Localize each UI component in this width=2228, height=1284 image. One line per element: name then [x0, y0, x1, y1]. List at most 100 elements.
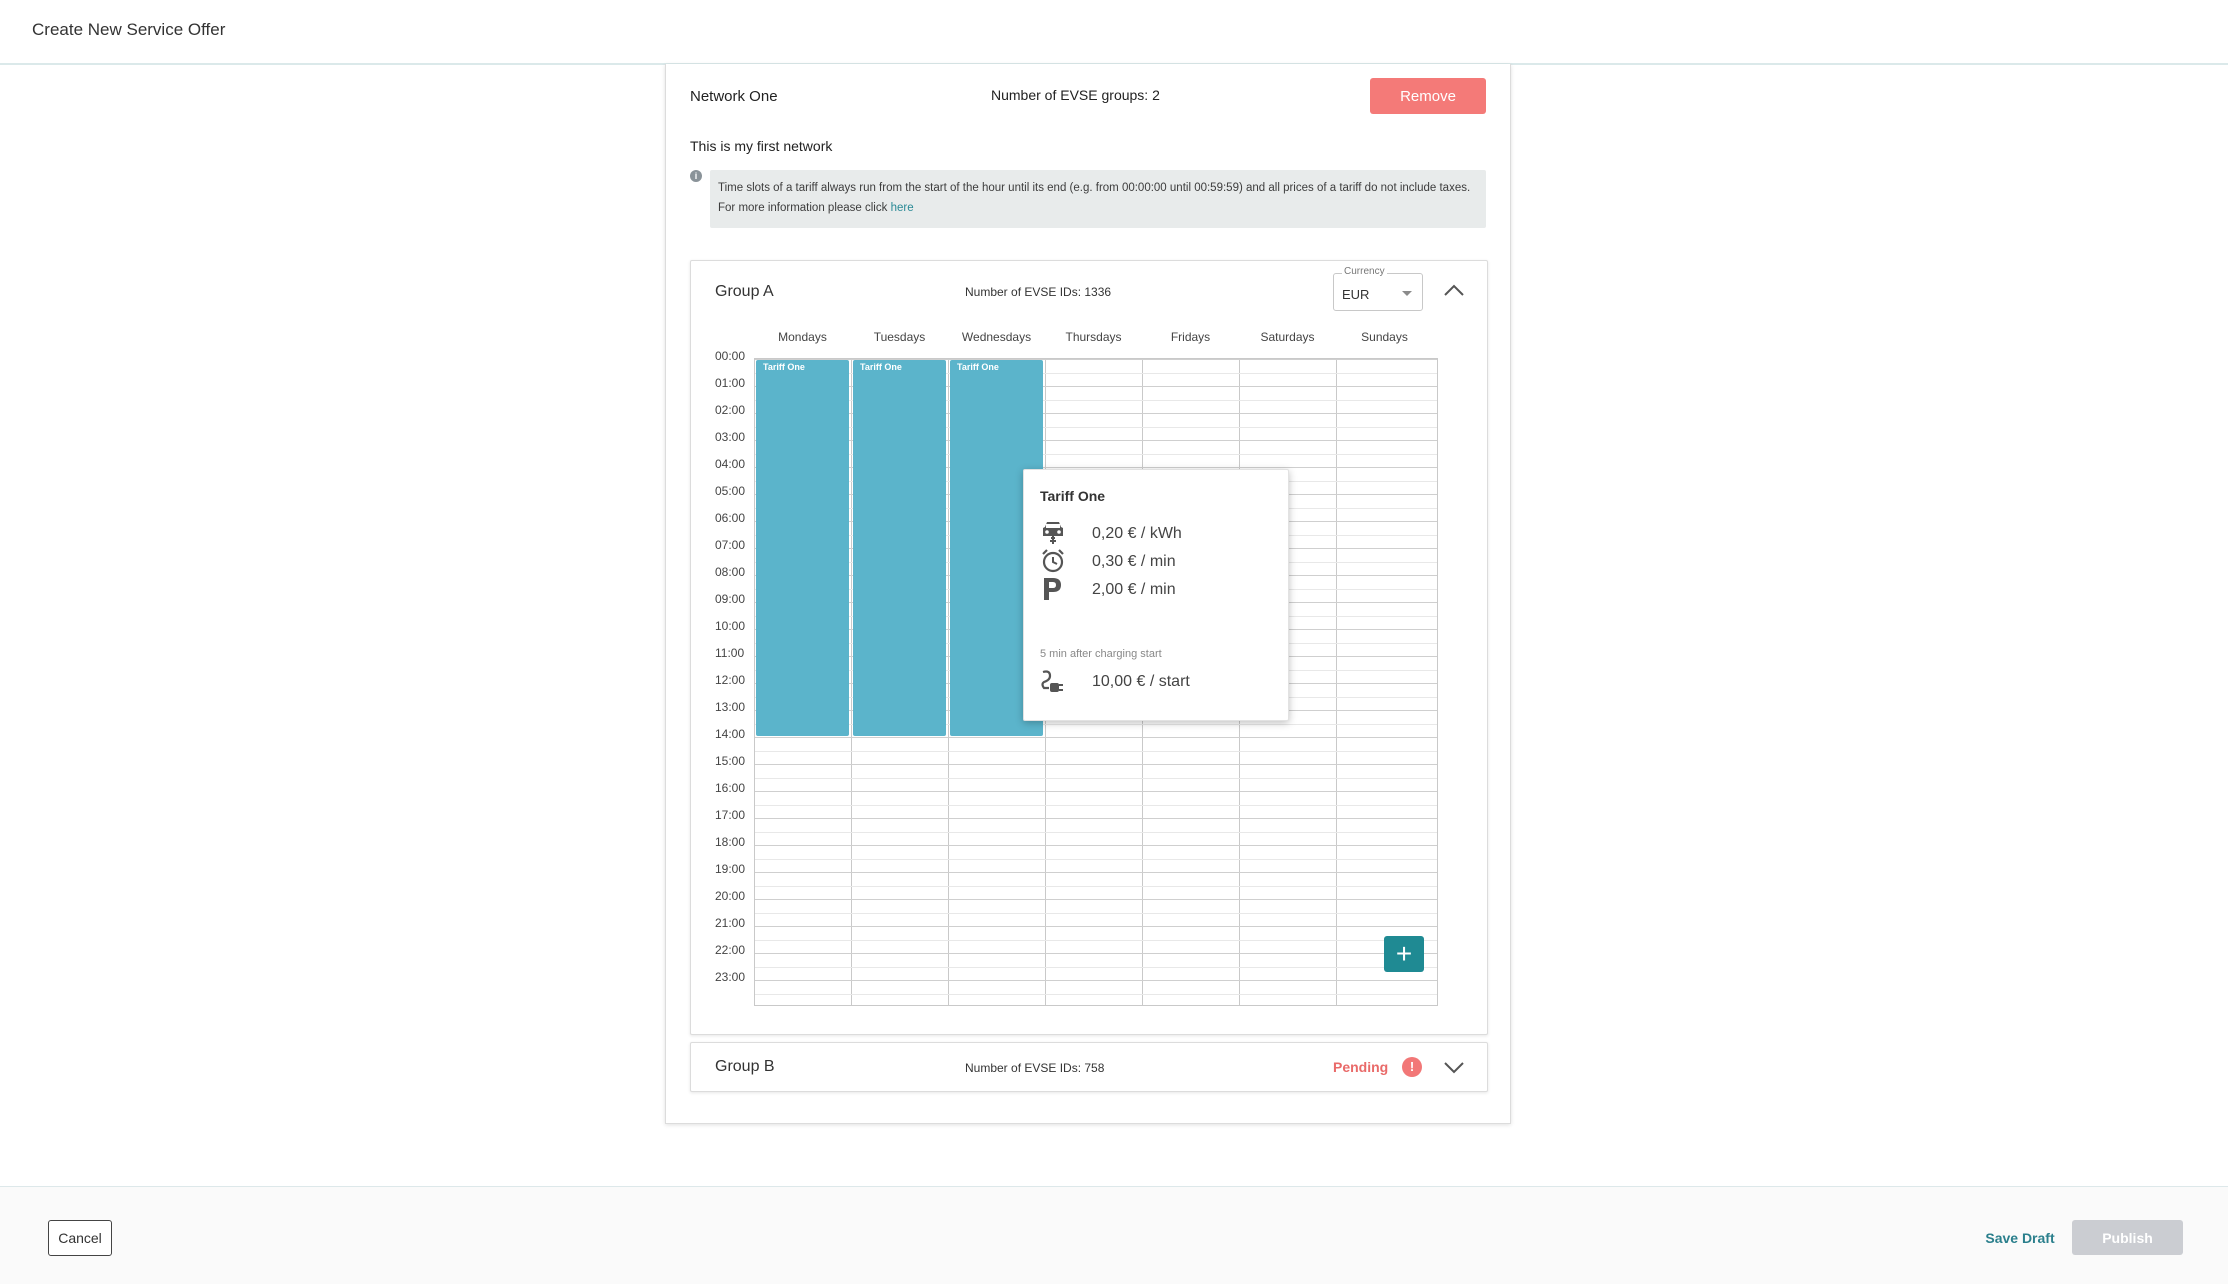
group-a-name: Group A [715, 283, 774, 300]
caret-down-icon [1402, 291, 1412, 296]
hour-label: 03:00 [715, 430, 746, 444]
top-bar: Create New Service Offer [0, 0, 2228, 65]
hour-label: 06:00 [715, 511, 746, 525]
grid-line [755, 872, 1437, 873]
info-link[interactable]: here [891, 202, 914, 214]
grid-line [755, 804, 1437, 806]
grid-line [755, 858, 1437, 860]
info-text: Time slots of a tariff always run from t… [718, 182, 1471, 214]
network-name: Network One [690, 88, 778, 105]
day-header: Tuesdays [873, 330, 926, 344]
hour-label: 20:00 [715, 889, 746, 903]
hour-label: 11:00 [715, 646, 745, 660]
day-header: Saturdays [1260, 330, 1315, 344]
hour-label: 15:00 [715, 754, 746, 768]
status-badge: Pending [1333, 1059, 1389, 1075]
page-title: Create New Service Offer [32, 20, 226, 39]
day-header: Thursdays [1065, 330, 1122, 344]
hour-label: 12:00 [715, 673, 746, 687]
day-header: Mondays [778, 330, 827, 344]
hour-label: 10:00 [715, 619, 746, 633]
grid-line [755, 912, 1437, 914]
hour-label: 04:00 [715, 457, 746, 471]
network-card: Network One Number of EVSE groups: 2 Rem… [665, 64, 1511, 1124]
hour-label: 23:00 [715, 970, 746, 984]
alarm-clock-icon [1042, 549, 1064, 573]
energy-price: 0,20 € / kWh [1092, 525, 1182, 542]
hour-label: 08:00 [715, 565, 746, 579]
grid-line [755, 818, 1437, 819]
currency-value: EUR [1342, 287, 1370, 302]
tariff-slot[interactable]: Tariff One [756, 360, 849, 736]
tariff-slot-label: Tariff One [763, 362, 805, 372]
add-tariff-button[interactable]: + [1384, 936, 1424, 972]
group-b-name: Group B [715, 1058, 775, 1075]
grid-line [755, 926, 1437, 927]
warning-icon: ! [1402, 1057, 1422, 1077]
hour-label: 05:00 [715, 484, 746, 498]
hour-label: 18:00 [715, 835, 746, 849]
hour-label: 19:00 [715, 862, 746, 876]
hour-label: 14:00 [715, 727, 746, 741]
tariff-slot-label: Tariff One [860, 362, 902, 372]
schedule-grid[interactable]: Tariff One Tariff One Tariff One Tariff On… [754, 358, 1438, 1006]
chevron-down-icon[interactable] [1443, 1061, 1465, 1075]
parking-icon [1044, 578, 1061, 600]
group-b-panel[interactable]: Group B Number of EVSE IDs: 758 Pending … [690, 1042, 1488, 1092]
chevron-up-icon[interactable] [1443, 283, 1465, 297]
energy-price-row: 0,20 € / kWh [1040, 520, 1270, 548]
hour-label: 07:00 [715, 538, 746, 552]
publish-button[interactable]: Publish [2072, 1220, 2183, 1255]
hour-label: 22:00 [715, 943, 746, 957]
tariff-slot-label: Tariff One [957, 362, 999, 372]
hour-label: 09:00 [715, 592, 746, 606]
remove-button[interactable]: Remove [1370, 78, 1486, 114]
tariff-slot[interactable]: Tariff One [853, 360, 946, 736]
save-draft-button[interactable]: Save Draft [1960, 1220, 2080, 1256]
hour-label: 02:00 [715, 403, 746, 417]
hour-label: 01:00 [715, 376, 746, 390]
info-icon: i [690, 170, 702, 182]
grid-line [755, 777, 1437, 779]
grid-line [755, 939, 1437, 941]
grid-line [755, 899, 1437, 900]
grid-line [755, 966, 1437, 968]
day-header: Fridays [1170, 330, 1211, 344]
currency-label: Currency [1342, 266, 1387, 277]
currency-select[interactable]: Currency EUR [1333, 266, 1423, 311]
grid-line [755, 953, 1437, 954]
hour-label: 16:00 [715, 781, 746, 795]
grid-line [755, 885, 1437, 887]
hour-label: 17:00 [715, 808, 746, 822]
group-b-evse-count: Number of EVSE IDs: 758 [965, 1061, 1105, 1075]
hour-label: 21:00 [715, 916, 746, 930]
hour-label: 13:00 [715, 700, 746, 714]
start-price: 10,00 € / start [1092, 673, 1190, 690]
grid-line [755, 831, 1437, 833]
grid-line [755, 764, 1437, 765]
grid-line [755, 750, 1437, 752]
parking-note: 5 min after charging start [1040, 648, 1162, 660]
time-price-row: 0,30 € / min [1040, 548, 1270, 576]
plug-icon [1041, 670, 1063, 692]
car-charging-icon [1043, 522, 1063, 544]
day-header: Sundays [1361, 330, 1408, 344]
network-description: This is my first network [690, 138, 833, 154]
tooltip-title: Tariff One [1040, 488, 1106, 504]
grid-line [755, 993, 1437, 995]
info-banner: Time slots of a tariff always run from t… [710, 170, 1486, 228]
day-header: Wednesdays [961, 330, 1032, 344]
start-price-row: 10,00 € / start [1040, 668, 1270, 696]
tariff-tooltip: Tariff One 0,20 € / kWh 0,30 € / min 2,0… [1023, 469, 1289, 721]
grid-line [755, 737, 1437, 738]
parking-price-row: 2,00 € / min [1040, 576, 1270, 604]
cancel-button[interactable]: Cancel [48, 1220, 112, 1256]
grid-line [755, 845, 1437, 846]
grid-line [755, 791, 1437, 792]
time-price: 0,30 € / min [1092, 553, 1176, 570]
group-a-evse-count: Number of EVSE IDs: 1336 [965, 285, 1112, 299]
group-a-panel: Group A Number of EVSE IDs: 1336 Currenc… [690, 260, 1488, 1035]
footer-bar [0, 1186, 2228, 1284]
evse-groups-count: Number of EVSE groups: 2 [991, 87, 1160, 103]
grid-line [755, 980, 1437, 981]
